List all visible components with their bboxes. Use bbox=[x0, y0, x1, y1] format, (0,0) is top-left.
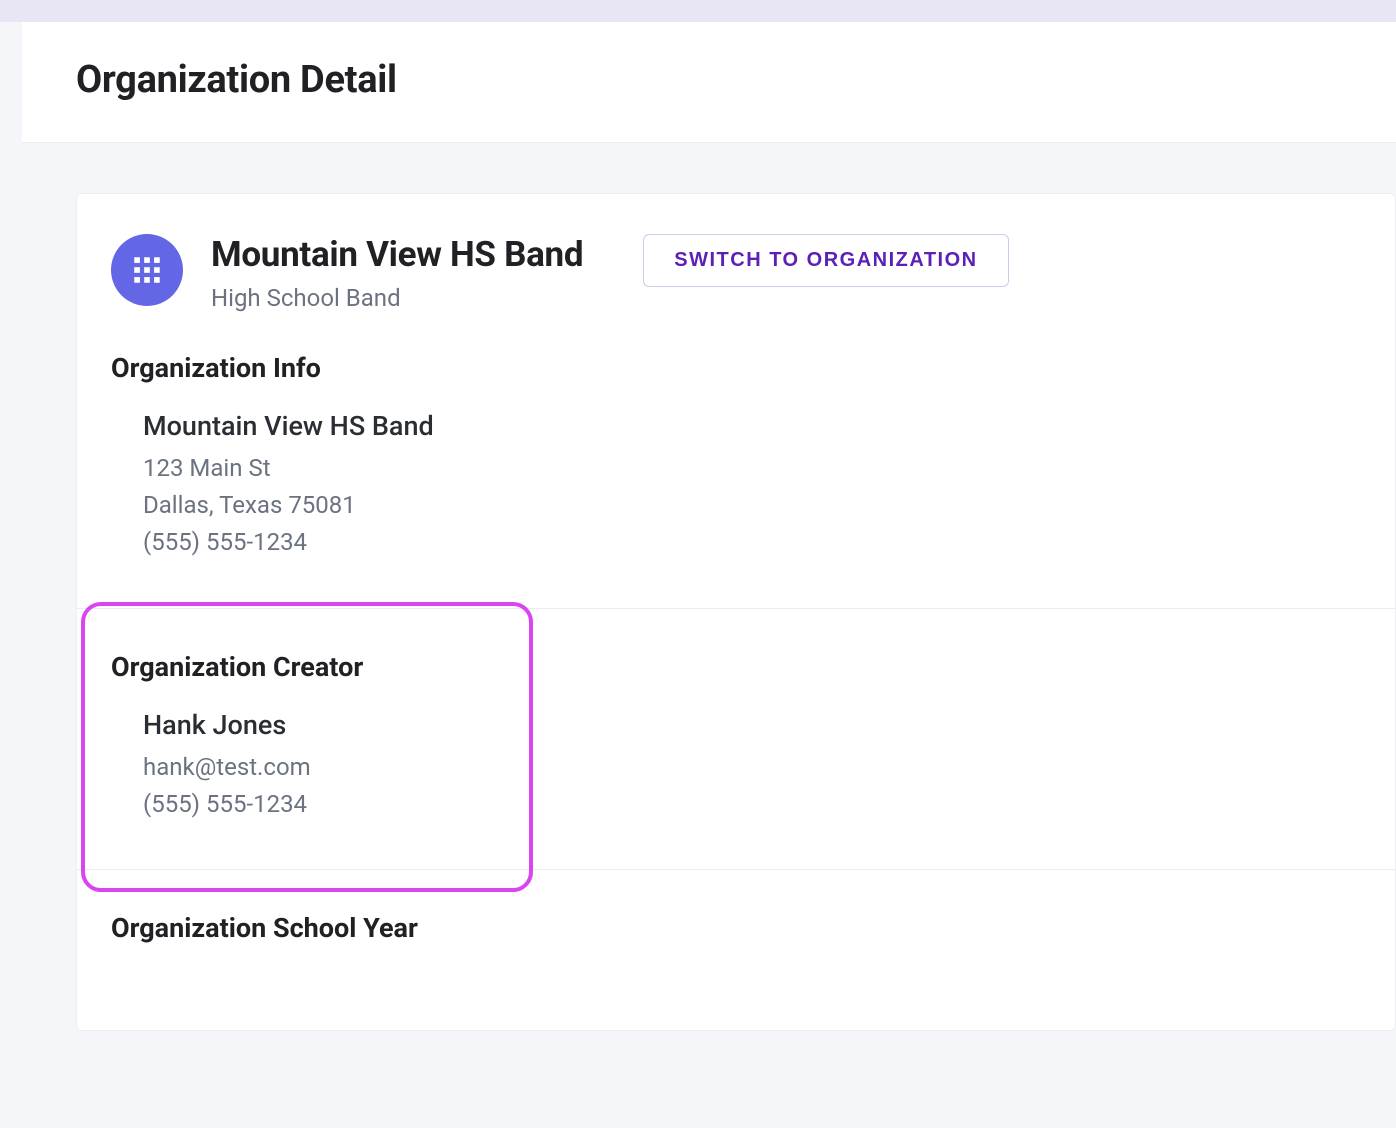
organization-creator-title: Organization Creator bbox=[111, 651, 1361, 683]
organization-creator-block: Hank Jones hank@test.com (555) 555-1234 bbox=[111, 709, 1361, 823]
organization-school-year-section: Organization School Year bbox=[77, 869, 1395, 1030]
top-banner bbox=[0, 0, 1396, 22]
organization-creator-section: Organization Creator Hank Jones hank@tes… bbox=[77, 608, 1395, 869]
organization-card: Mountain View HS Band High School Band S… bbox=[76, 193, 1396, 1031]
creator-name: Hank Jones bbox=[143, 709, 1361, 741]
organization-phone: (555) 555-1234 bbox=[143, 524, 1361, 561]
page-header: Organization Detail bbox=[22, 22, 1396, 143]
creator-email: hank@test.com bbox=[143, 749, 1361, 786]
grid-icon bbox=[130, 253, 164, 287]
organization-info-section: Organization Info Mountain View HS Band … bbox=[77, 352, 1395, 608]
organization-address-line1: 123 Main St bbox=[143, 450, 1361, 487]
organization-name: Mountain View HS Band bbox=[211, 234, 583, 276]
content-area: Mountain View HS Band High School Band S… bbox=[22, 143, 1396, 1031]
organization-address-line2: Dallas, Texas 75081 bbox=[143, 487, 1361, 524]
switch-to-organization-button[interactable]: SWITCH TO ORGANIZATION bbox=[643, 234, 1008, 287]
organization-title-block: Mountain View HS Band High School Band bbox=[211, 234, 583, 312]
organization-info-name: Mountain View HS Band bbox=[143, 410, 1361, 442]
organization-grid-icon bbox=[111, 234, 183, 306]
page-title: Organization Detail bbox=[76, 58, 1342, 102]
organization-header: Mountain View HS Band High School Band S… bbox=[77, 194, 1395, 352]
creator-phone: (555) 555-1234 bbox=[143, 786, 1361, 823]
organization-info-block: Mountain View HS Band 123 Main St Dallas… bbox=[111, 410, 1361, 562]
organization-school-year-title: Organization School Year bbox=[111, 912, 1361, 944]
organization-info-title: Organization Info bbox=[111, 352, 1361, 384]
organization-type: High School Band bbox=[211, 284, 583, 312]
